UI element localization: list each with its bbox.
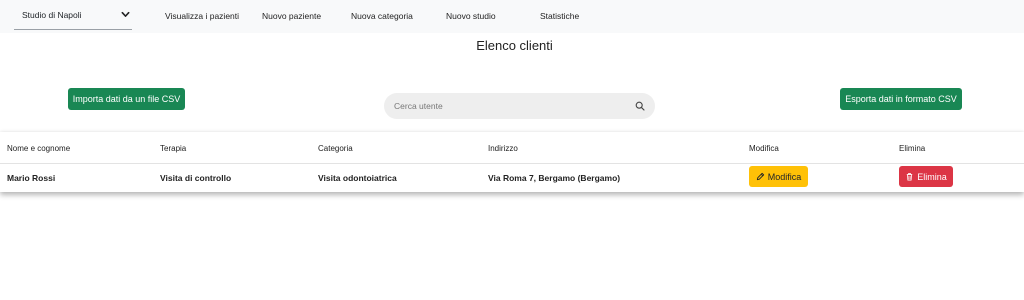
nav-link-nuova-categoria[interactable]: Nuova categoria: [351, 11, 413, 21]
cell-address: Via Roma 7, Bergamo (Bergamo): [488, 173, 621, 183]
column-header-delete: Elimina: [899, 144, 926, 153]
chevron-down-icon: [121, 11, 130, 17]
import-csv-button[interactable]: Importa dati da un file CSV: [68, 88, 185, 110]
delete-button[interactable]: Elimina: [899, 166, 953, 187]
cell-category: Visita odontoiatrica: [318, 173, 397, 183]
cell-name: Mario Rossi: [7, 173, 56, 183]
cell-therapy: Visita di controllo: [160, 173, 232, 183]
column-header-category: Categoria: [318, 144, 353, 153]
row-divider: [0, 163, 1024, 164]
column-header-edit: Modifica: [749, 144, 779, 153]
export-csv-button[interactable]: Esporta dati in formato CSV: [840, 88, 962, 110]
column-header-address: Indirizzo: [488, 144, 518, 153]
nav-link-statistiche[interactable]: Statistiche: [540, 11, 579, 21]
column-header-therapy: Terapia: [160, 144, 187, 153]
search-input[interactable]: [394, 93, 624, 119]
search-icon[interactable]: [635, 101, 645, 111]
edit-button[interactable]: Modifica: [749, 166, 808, 187]
trash-icon: [907, 173, 913, 181]
page-title: Elenco clienti: [476, 38, 553, 53]
nav-link-visualizza-pazienti[interactable]: Visualizza i pazienti: [165, 11, 239, 21]
pencil-icon: [756, 172, 764, 181]
nav-link-nuovo-paziente[interactable]: Nuovo paziente: [262, 11, 321, 21]
search-bar: [384, 93, 655, 119]
clients-table: Nome e cognome Terapia Categoria Indiriz…: [0, 132, 1024, 192]
column-header-name: Nome e cognome: [7, 144, 71, 153]
edit-button-label: Modifica: [767, 171, 802, 182]
studio-select-value: Studio di Napoli: [22, 9, 82, 20]
top-navbar: Studio di Napoli Visualizza i pazienti N…: [0, 0, 1024, 33]
delete-button-label: Elimina: [917, 171, 947, 182]
nav-link-nuovo-studio[interactable]: Nuovo studio: [446, 11, 496, 21]
studio-select[interactable]: Studio di Napoli: [14, 0, 132, 30]
